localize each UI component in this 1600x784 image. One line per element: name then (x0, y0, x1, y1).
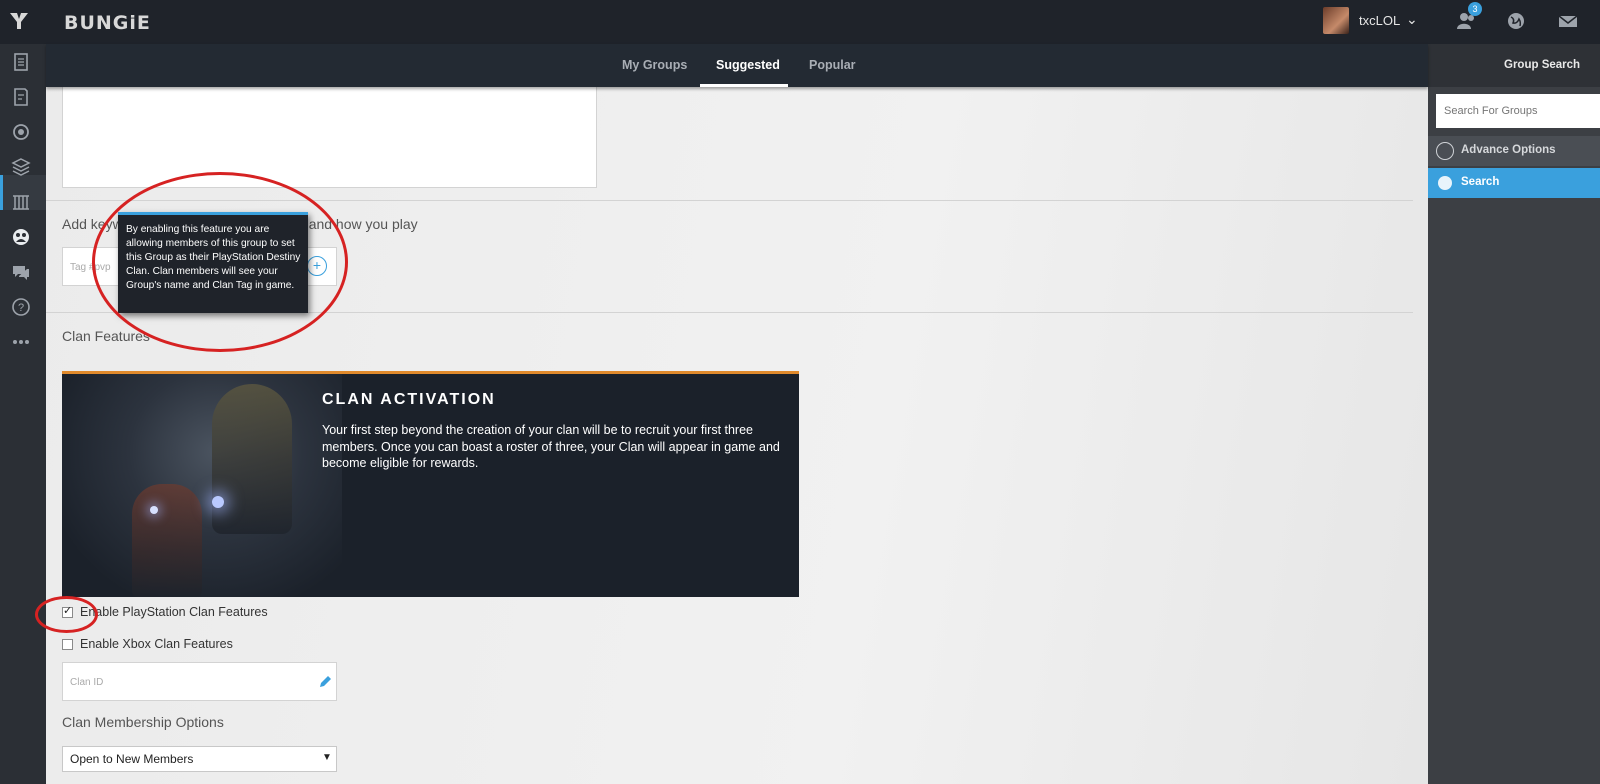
forums-icon[interactable] (10, 261, 32, 283)
search-groups-input[interactable] (1436, 94, 1600, 128)
enable-xbox-label[interactable]: Enable Xbox Clan Features (80, 637, 233, 651)
username[interactable]: txcLOL (1359, 13, 1400, 28)
pencil-icon[interactable] (317, 674, 333, 690)
left-rail (0, 44, 46, 784)
membership-options-title: Clan Membership Options (62, 714, 224, 730)
layers-icon[interactable] (10, 156, 32, 178)
caret-down-icon: ▼ (322, 752, 332, 763)
group-tabs-bar: My Groups Suggested Popular (46, 44, 1428, 87)
ghost-light (150, 506, 158, 514)
tab-suggested[interactable]: Suggested (716, 58, 780, 72)
active-tab-underline (700, 84, 788, 87)
groups-icon[interactable] (10, 226, 32, 248)
enable-playstation-label[interactable]: Enable PlayStation Clan Features (80, 605, 268, 619)
banner-text: Your first step beyond the creation of y… (322, 423, 780, 470)
guardian-figure (132, 484, 202, 597)
clan-id-placeholder: Clan ID (70, 677, 104, 688)
tab-my-groups[interactable]: My Groups (622, 58, 687, 72)
search-icon (1438, 176, 1452, 190)
destiny-logo-icon[interactable] (8, 10, 30, 32)
globe-icon[interactable] (1505, 10, 1527, 32)
advance-options-label: Advance Options (1461, 144, 1556, 156)
banner-artwork (62, 374, 342, 597)
notification-badge: 3 (1468, 2, 1482, 16)
armory-icon[interactable] (10, 191, 32, 213)
news-icon[interactable] (10, 51, 32, 73)
guardian-figure (212, 384, 292, 534)
ghost-light (212, 496, 224, 508)
clan-activation-banner: CLAN ACTIVATION Your first step beyond t… (62, 371, 799, 597)
chevron-down-icon[interactable]: ⌄ (1406, 11, 1418, 28)
tab-popular[interactable]: Popular (809, 58, 856, 72)
search-button-label: Search (1461, 176, 1500, 188)
guide-icon[interactable] (10, 86, 32, 108)
advance-options-toggle[interactable]: Advance Options (1428, 136, 1600, 166)
help-icon[interactable]: ? (10, 296, 32, 318)
banner-title: CLAN ACTIVATION (322, 391, 496, 408)
annotation-circle (35, 596, 98, 633)
svg-text:?: ? (18, 302, 24, 314)
group-search-title: Group Search (1504, 59, 1581, 71)
membership-select-value: Open to New Members (70, 752, 194, 766)
radio-circle-icon (1436, 142, 1454, 160)
destiny-icon[interactable] (10, 121, 32, 143)
more-icon[interactable] (10, 331, 32, 353)
enable-xbox-checkbox[interactable] (62, 639, 73, 650)
group-search-header: Group Search (1428, 44, 1600, 87)
group-description-field[interactable] (62, 80, 597, 188)
mail-icon[interactable] (1557, 10, 1579, 32)
brand-logo[interactable]: BUNGiE (64, 12, 151, 34)
avatar[interactable] (1323, 7, 1349, 34)
annotation-circle (92, 172, 348, 352)
search-button[interactable]: Search (1428, 168, 1600, 198)
